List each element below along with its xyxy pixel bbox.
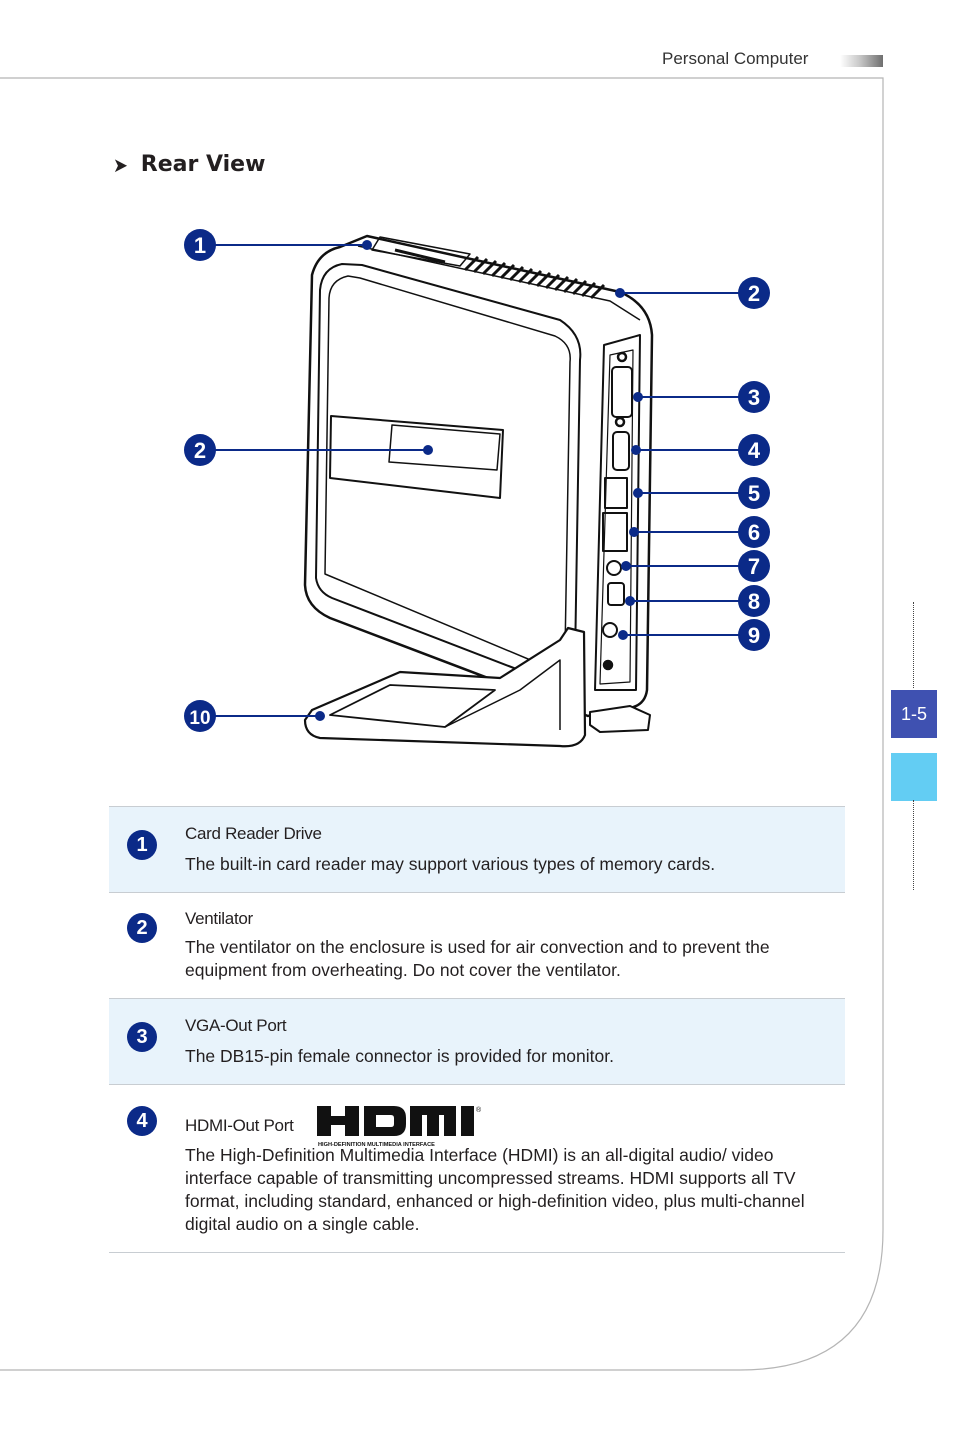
svg-text:HIGH-DEFINITION MULTIMEDIA INT: HIGH-DEFINITION MULTIMEDIA INTERFACE (318, 1142, 435, 1148)
section-title: Rear View (140, 152, 266, 177)
chevron-right-icon: ➤ (112, 152, 128, 177)
callout-7: 7 (738, 550, 770, 582)
item-number-badge: 4 (127, 1106, 157, 1136)
callout-3: 3 (738, 381, 770, 413)
svg-text:2: 2 (748, 281, 760, 306)
callout-5: 5 (738, 477, 770, 509)
rear-view-diagram: 1 2 2 3 4 5 6 7 8 9 10 (184, 229, 770, 748)
callout-10: 10 (184, 700, 216, 732)
header-title: Personal Computer (662, 49, 809, 68)
svg-text:®: ® (476, 1106, 482, 1114)
svg-text:4: 4 (748, 438, 761, 463)
item-vga-out: 3 VGA-Out Port The DB15-pin female conne… (109, 998, 845, 1085)
svg-text:5: 5 (748, 481, 760, 506)
item-number-badge: 3 (127, 1022, 157, 1052)
svg-text:8: 8 (748, 589, 760, 614)
callout-6: 6 (738, 516, 770, 548)
hdmi-logo: ® HIGH-DEFINITION MULTIMEDIA INTERFACE (317, 1106, 482, 1148)
svg-text:9: 9 (748, 623, 760, 648)
item-ventilator: 2 Ventilator The ventilator on the enclo… (109, 892, 845, 999)
svg-text:2: 2 (194, 438, 206, 463)
sidebar-highlight-block (891, 753, 937, 801)
item-description: The ventilator on the enclosure is used … (185, 937, 770, 980)
svg-text:10: 10 (189, 708, 210, 729)
item-number-badge: 1 (127, 830, 157, 860)
item-description: The built-in card reader may support var… (185, 854, 716, 874)
callout-2-front: 2 (184, 434, 216, 466)
svg-text:6: 6 (748, 520, 760, 545)
callout-9: 9 (738, 619, 770, 651)
page-number-tab: 1-5 (891, 690, 937, 738)
svg-text:3: 3 (748, 385, 760, 410)
svg-text:7: 7 (748, 554, 760, 579)
svg-text:1: 1 (194, 233, 206, 258)
callout-4: 4 (738, 434, 770, 466)
item-title: HDMI-Out Port (185, 1116, 294, 1135)
item-description: The DB15-pin female connector is provide… (185, 1046, 614, 1066)
item-title: Card Reader Drive (185, 824, 322, 843)
section-heading: ➤ Rear View (112, 152, 266, 177)
sidebar-dotted-line-top (913, 602, 914, 688)
pc-illustration (303, 234, 654, 748)
item-description: The High-Definition Multimedia Interface… (185, 1145, 805, 1234)
item-title: Ventilator (185, 909, 253, 928)
callout-8: 8 (738, 585, 770, 617)
item-number-badge: 2 (127, 913, 157, 943)
callout-1: 1 (184, 229, 216, 261)
header-gradient-bar (840, 55, 883, 67)
callout-2-top: 2 (738, 277, 770, 309)
item-title: VGA-Out Port (185, 1016, 287, 1035)
sidebar-dotted-line-bottom (913, 800, 914, 890)
item-card-reader: 1 Card Reader Drive The built-in card re… (109, 806, 845, 893)
